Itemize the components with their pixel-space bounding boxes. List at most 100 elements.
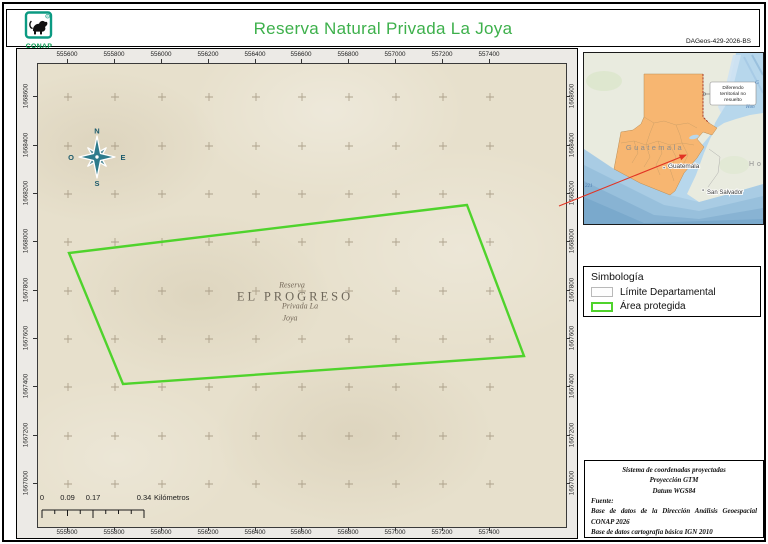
grid-label-left: 1667600	[22, 325, 30, 351]
grid-label-left: 1667800	[22, 277, 30, 303]
vegetation-patch	[586, 71, 622, 91]
map-canvas: Reserva EL PROGRESO Privada La Joya N E …	[37, 63, 567, 528]
guatemala-city-marker	[662, 166, 666, 170]
compass-south-label: S	[94, 179, 99, 188]
grid-label-left: 1668200	[22, 180, 30, 206]
page-title: Reserva Natural Privada La Joya	[253, 19, 513, 38]
grid-tick	[394, 527, 396, 531]
grid-label-top: 557200	[431, 51, 453, 58]
legend-item-label: Límite Departamental	[620, 286, 716, 298]
inset-map-svg: Diferendo territorial no resuelto Guatem…	[584, 53, 764, 224]
scalebar-value: 0.09	[60, 493, 75, 502]
grid-tick	[33, 434, 37, 436]
grid-tick	[207, 527, 209, 531]
grid-tick	[566, 337, 570, 339]
grid-tick	[394, 59, 396, 63]
grid-label-top: 557000	[384, 51, 406, 58]
compass-east-label: E	[120, 153, 125, 162]
san-salvador-label: San Salvador	[707, 190, 743, 196]
grid-tick	[488, 527, 490, 531]
territorial-note-line1: Diferendo	[722, 85, 743, 91]
grid-label-top: 556000	[150, 51, 172, 58]
grid-tick	[566, 144, 570, 146]
territorial-note-line3: resuelto	[724, 97, 742, 103]
map-document-page: R CONAP Reserva Natural Privada La Joya …	[0, 0, 768, 544]
grid-label-left: 1667000	[22, 470, 30, 496]
grid-tick	[33, 482, 37, 484]
legend-title: Simbología	[591, 271, 644, 283]
grid-tick	[113, 59, 115, 63]
country-label: Guatemala	[626, 143, 684, 152]
grid-label-left: 1668000	[22, 228, 30, 254]
grid-tick	[566, 95, 570, 97]
scalebar	[41, 509, 145, 518]
grid-tick	[441, 59, 443, 63]
grid-tick	[66, 59, 68, 63]
scalebar-value: 0	[39, 493, 45, 502]
territorial-note-line2: territorial no	[720, 91, 746, 97]
grid-tick	[160, 59, 162, 63]
protected-area-swatch	[591, 301, 613, 312]
compass-center	[94, 154, 100, 160]
grid-tick	[300, 59, 302, 63]
grid-tick	[33, 289, 37, 291]
grid-label-top: 555600	[56, 51, 78, 58]
legend-item-protected-area: Área protegida	[591, 301, 753, 312]
compass-rose: N E S O	[68, 127, 125, 189]
department-boundary-swatch	[591, 287, 613, 297]
grid-label-top: 556200	[197, 51, 219, 58]
grid-tick	[347, 59, 349, 63]
grid-label-top: 556400	[244, 51, 266, 58]
reserve-label-line3: Joya	[282, 313, 298, 323]
credits-line: Base de datos cartografía básica IGN 201…	[591, 529, 713, 537]
grid-tick	[441, 527, 443, 531]
grid-tick	[33, 144, 37, 146]
reserve-label-line1: Reserva	[279, 280, 305, 290]
scalebar-ticks	[41, 509, 145, 518]
compass-west-label: O	[68, 153, 74, 162]
grid-label-top: 557400	[478, 51, 500, 58]
map-frame: Reserva EL PROGRESO Privada La Joya N E …	[16, 48, 578, 539]
grid-tick	[33, 385, 37, 387]
guatemala-city-label: Guatemala	[668, 163, 700, 170]
grid-tick	[33, 240, 37, 242]
compass-north-label: N	[94, 127, 99, 136]
gulf-label-fragment-2: Hon	[745, 105, 755, 110]
vegetation-patch	[719, 156, 749, 174]
grid-label-left: 1667200	[22, 422, 30, 448]
grid-tick	[566, 482, 570, 484]
credits-line: Sistema de coordenadas proyectadas	[622, 467, 726, 474]
scalebar-unit: Kilómetros	[154, 493, 190, 502]
grid-tick	[347, 527, 349, 531]
credits-line: Base de datos de la Dirección Análisis G…	[591, 508, 757, 516]
grid-tick	[254, 59, 256, 63]
grid-tick	[566, 385, 570, 387]
header-bar: R CONAP Reserva Natural Privada La Joya …	[6, 9, 760, 50]
grid-tick	[207, 59, 209, 63]
grid-tick	[33, 337, 37, 339]
document-code: DAGeos-429-2026-BS	[685, 38, 751, 45]
depth-contour-label: 221	[585, 184, 593, 189]
grid-label-left: 1668600	[22, 83, 30, 109]
grid-tick	[300, 527, 302, 531]
grid-tick	[113, 527, 115, 531]
grid-tick	[566, 192, 570, 194]
legend-item-departmental: Límite Departamental	[591, 287, 753, 298]
gulf-label-fragment-1: G	[755, 80, 759, 86]
credits-box: Sistema de coordenadas proyectadas Proye…	[584, 460, 764, 538]
san-salvador-marker	[701, 188, 705, 192]
grid-label-top: 556600	[290, 51, 312, 58]
grid-tick	[566, 240, 570, 242]
scalebar-value: 0.17	[85, 493, 101, 502]
scalebar-value: 0.34	[136, 493, 152, 502]
legend-panel: Simbología Límite Departamental Área pro…	[583, 266, 761, 317]
grid-tick	[566, 289, 570, 291]
grid-label-top: 555800	[103, 51, 125, 58]
credits-line: Fuente:	[591, 498, 614, 506]
credits-line: Datum WGS84	[652, 487, 696, 495]
scalebar-labels: 0 0.09 0.17 0.34	[38, 493, 238, 503]
grid-tick	[33, 95, 37, 97]
grid-tick	[566, 434, 570, 436]
grid-label-left: 1667400	[22, 373, 30, 399]
credits-line: CONAP 2026	[591, 518, 630, 526]
